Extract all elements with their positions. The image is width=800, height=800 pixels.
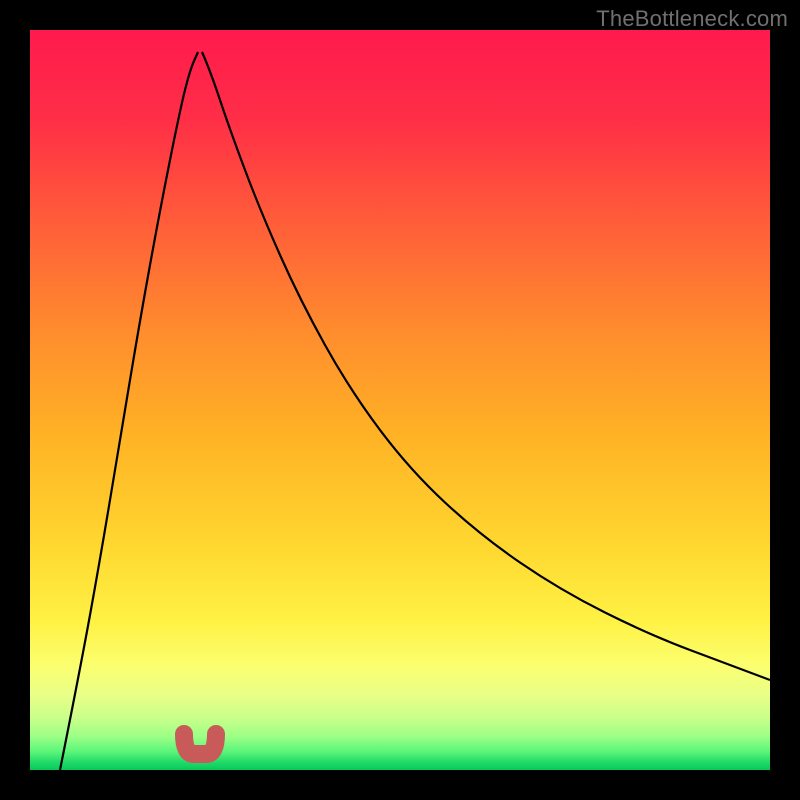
chart-frame: TheBottleneck.com <box>0 0 800 800</box>
curve-right-branch <box>202 52 770 680</box>
watermark-text: TheBottleneck.com <box>596 6 788 32</box>
curve-left-branch <box>60 52 198 770</box>
plot-area <box>30 30 770 770</box>
curve-layer <box>30 30 770 770</box>
minimum-marker <box>184 734 216 754</box>
